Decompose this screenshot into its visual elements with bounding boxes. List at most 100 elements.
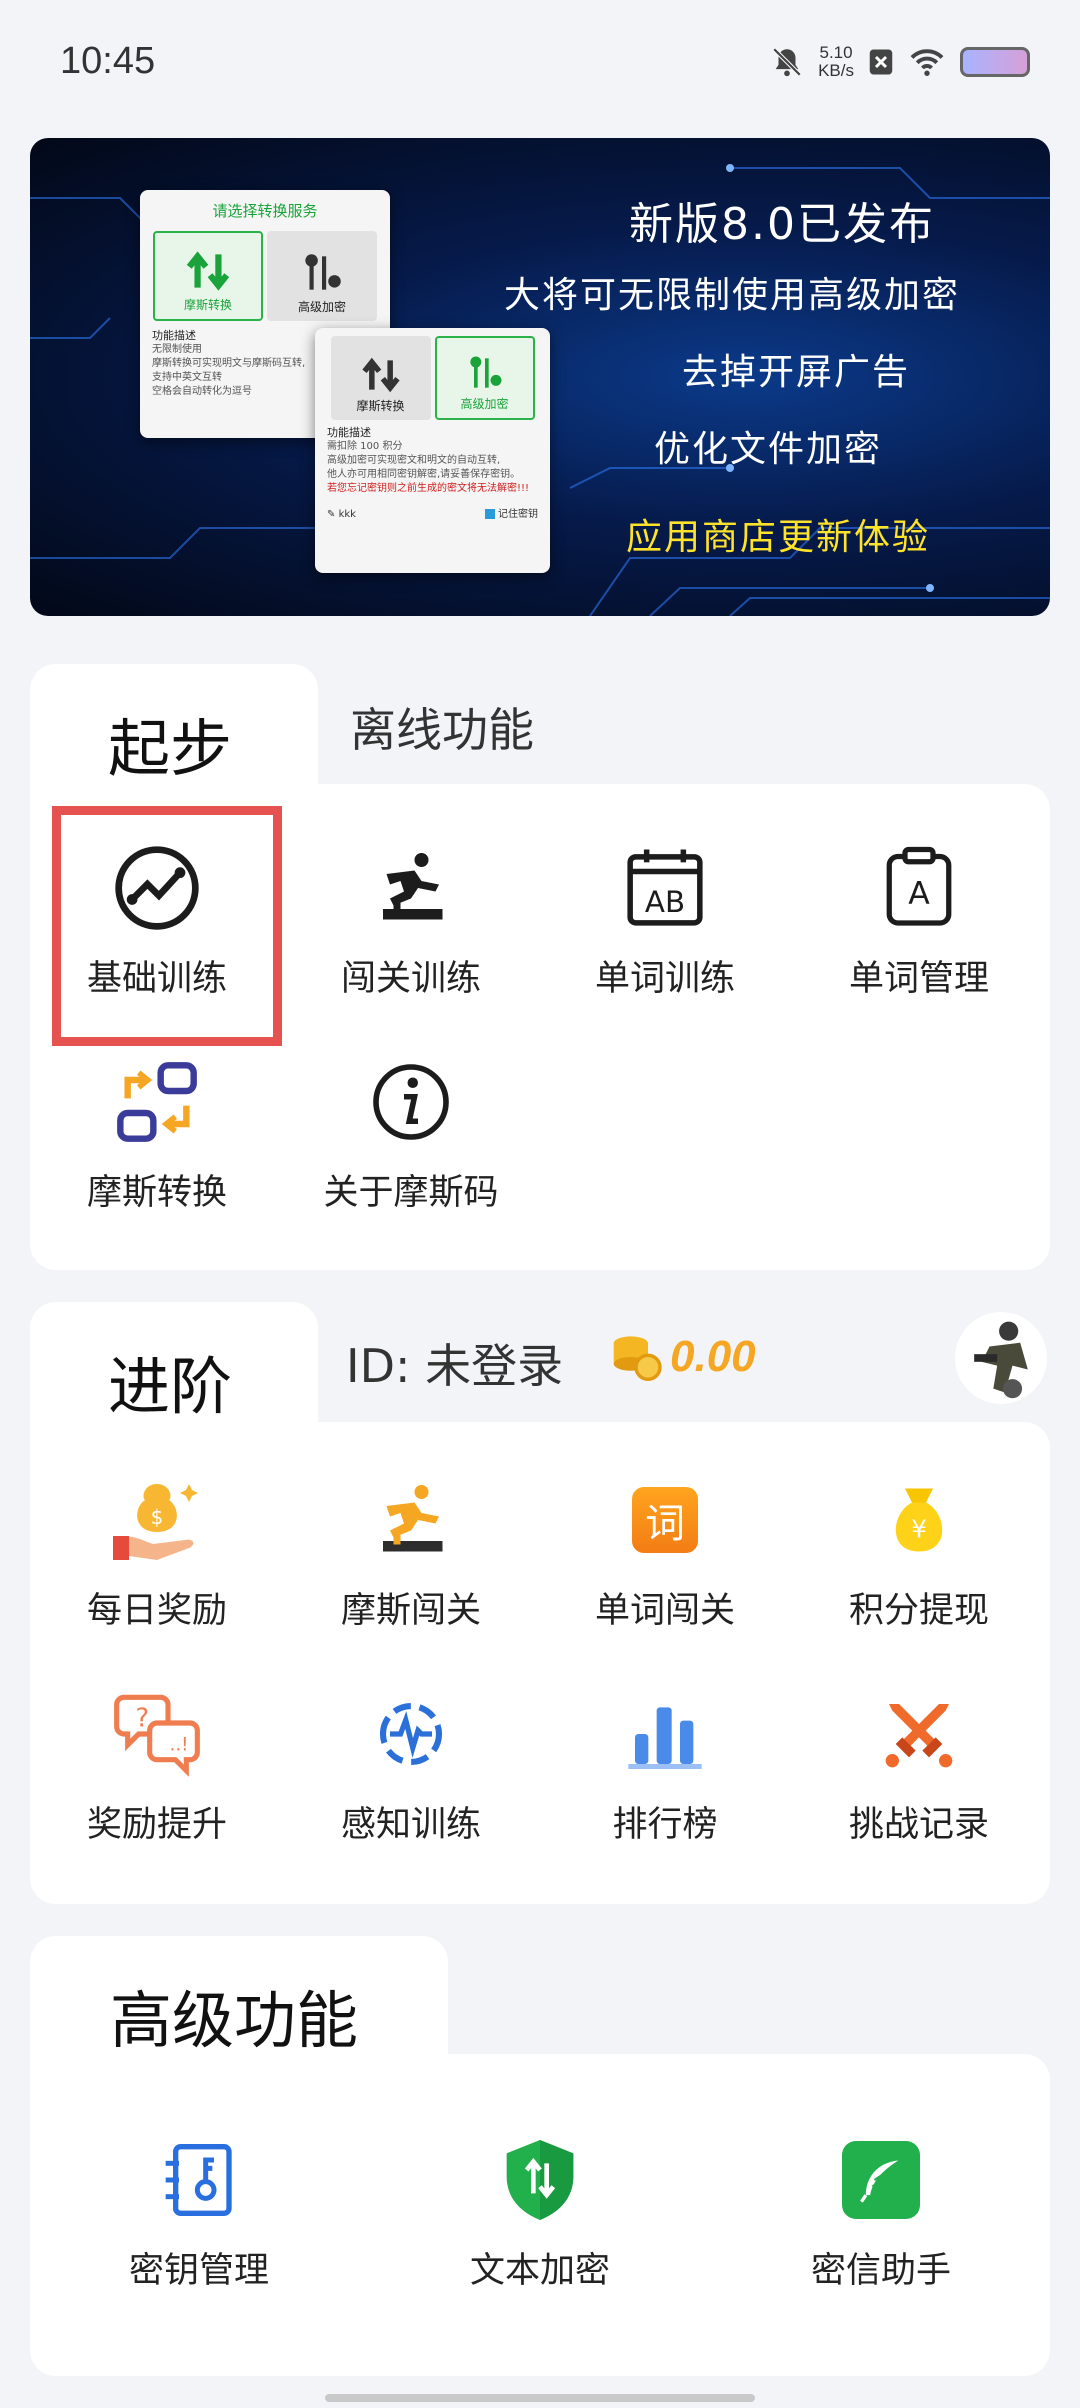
grid-item-text-encrypt[interactable]: 文本加密 bbox=[413, 2130, 667, 2293]
swap-arrows-icon bbox=[361, 357, 400, 393]
morse-challenge-icon bbox=[383, 1485, 443, 1552]
grid-item-label: 单词训练 bbox=[594, 959, 735, 999]
ab-calendar-icon: AB bbox=[627, 849, 703, 926]
grid-item-label: 密钥管理 bbox=[128, 2251, 269, 2291]
svg-text:A: A bbox=[908, 876, 930, 912]
grid-item-morse-challenge[interactable]: 摩斯闯关 bbox=[284, 1470, 538, 1633]
tab-premium-label: 高级功能 bbox=[110, 1984, 359, 2057]
banner-line-2: 大将可无限制使用高级加密 bbox=[503, 275, 960, 316]
coin-amount: 0.00 bbox=[670, 1332, 756, 1381]
svg-text:?: ? bbox=[136, 1704, 150, 1734]
coin-balance[interactable]: 0.00 bbox=[610, 1332, 756, 1382]
banner-line-4: 优化文件加密 bbox=[653, 429, 882, 470]
avatar[interactable] bbox=[955, 1312, 1047, 1404]
tab-start-label: 起步 bbox=[108, 712, 233, 785]
promo-card-encrypt: 摩斯转换 高级加密 功能描述 需扣除 100 积分 高级加密可实现密文和明文的自… bbox=[315, 328, 550, 573]
grid-item-word-challenge[interactable]: 词 单词闯关 bbox=[538, 1470, 792, 1633]
footer-user-text: kkk bbox=[338, 509, 356, 520]
keys-icon bbox=[305, 254, 341, 290]
grid-item-label: 每日奖励 bbox=[86, 1591, 227, 1631]
grid-item-morse-convert[interactable]: 摩斯转换 bbox=[30, 1052, 284, 1215]
banner-line-3: 去掉开屏广告 bbox=[681, 352, 910, 393]
grid-item-label: 排行榜 bbox=[612, 1805, 718, 1845]
banner-highlight-line: 应用商店更新体验 bbox=[625, 517, 930, 558]
grid-item-label: 摩斯闯关 bbox=[340, 1591, 481, 1631]
key-manage-icon bbox=[165, 2144, 232, 2216]
option-label: 摩斯转换 bbox=[183, 298, 232, 312]
shield-icon bbox=[506, 2140, 574, 2220]
grid-item-secret-letter[interactable]: 密信助手 bbox=[754, 2130, 1008, 2293]
crossed-swords-icon bbox=[885, 1704, 953, 1768]
mute-icon bbox=[772, 47, 802, 77]
wifi-icon bbox=[910, 49, 944, 76]
feather-icon bbox=[842, 2141, 920, 2219]
banner-line-1: 新版8.0已发布 bbox=[629, 199, 935, 250]
grid-item-label: 奖励提升 bbox=[86, 1805, 227, 1845]
selection-highlight bbox=[52, 806, 282, 1046]
grid-item-label: 单词管理 bbox=[848, 959, 989, 999]
grid-item-key-management[interactable]: 密钥管理 bbox=[72, 2130, 326, 2293]
footer-user: ✎ kkk bbox=[327, 509, 356, 520]
desc-title: 功能描述 bbox=[327, 426, 371, 439]
tab-advanced-label: 进阶 bbox=[108, 1350, 233, 1423]
option-label: 摩斯转换 bbox=[356, 399, 405, 413]
grid-item-points-withdraw[interactable]: ¥ 积分提现 bbox=[792, 1470, 1046, 1633]
coins-icon bbox=[613, 1336, 662, 1381]
desc-line: 高级加密可实现密文和明文的自动互转, bbox=[327, 455, 501, 466]
card-option-encrypt: 高级加密 bbox=[267, 231, 377, 321]
hurdle-runner-icon bbox=[383, 853, 443, 920]
grid-item-label: 闯关训练 bbox=[340, 959, 481, 999]
daily-reward-icon: $ bbox=[113, 1484, 198, 1560]
grid-item-reward-boost[interactable]: ?..! 奖励提升 bbox=[30, 1684, 284, 1847]
question-chat-icon: ?..! bbox=[114, 1694, 200, 1777]
swap-convert-icon bbox=[117, 1062, 197, 1142]
info-icon bbox=[373, 1064, 449, 1140]
grid-item-word-management[interactable]: A 单词管理 bbox=[792, 838, 1046, 1001]
grid-item-label: 单词闯关 bbox=[594, 1591, 735, 1631]
clipboard-a-icon: A bbox=[886, 846, 952, 926]
battery-icon bbox=[960, 47, 1030, 77]
word-challenge-glyph: 词 bbox=[645, 1501, 685, 1547]
grid-item-label: 感知训练 bbox=[340, 1805, 481, 1845]
grid-item-word-training[interactable]: AB 单词训练 bbox=[538, 838, 792, 1001]
grid-item-challenge-record[interactable]: 挑战记录 bbox=[792, 1684, 1046, 1847]
grid-item-level-training[interactable]: 闯关训练 bbox=[284, 838, 538, 1001]
grid-item-label: 密信助手 bbox=[810, 2251, 951, 2291]
grid-item-label: 摩斯转换 bbox=[86, 1173, 227, 1213]
option-label: 高级加密 bbox=[460, 397, 509, 411]
net-speed-unit: KB/s bbox=[818, 61, 854, 80]
desc-line: 需扣除 100 积分 bbox=[327, 441, 403, 452]
money-bag-icon: ¥ bbox=[895, 1488, 943, 1552]
footer-remember-text: 记住密钥 bbox=[498, 509, 538, 520]
svg-text:¥: ¥ bbox=[911, 1515, 927, 1544]
status-time: 10:45 bbox=[60, 40, 156, 82]
grid-item-perception-training[interactable]: 感知训练 bbox=[284, 1684, 538, 1847]
grid-item-label: 积分提现 bbox=[848, 1591, 989, 1631]
net-speed-value: 5.10 bbox=[819, 43, 853, 62]
grid-item-daily-reward[interactable]: $ 每日奖励 bbox=[30, 1470, 284, 1633]
gesture-nav-bar[interactable] bbox=[325, 2394, 755, 2402]
user-id-text: ID: 未登录 bbox=[346, 1339, 564, 1393]
keys-icon bbox=[469, 356, 501, 388]
promo-banner[interactable]: 请选择转换服务 摩斯转换 高级加密 功能描述 无限制使用 摩斯转换可实现明文与摩… bbox=[30, 138, 1050, 616]
avatar-figure-icon bbox=[974, 1321, 1028, 1399]
card-option-encrypt: 高级加密 bbox=[434, 336, 535, 420]
card-description: 功能描述 需扣除 100 积分 高级加密可实现密文和明文的自动互转, 他人亦可用… bbox=[315, 420, 550, 530]
grid-item-label: 挑战记录 bbox=[848, 1805, 989, 1845]
status-icons: 5.10 KB/s bbox=[770, 44, 1030, 80]
desc-line: 他人亦可用相同密钥解密,请妥善保存密钥。 bbox=[327, 469, 521, 480]
card-footer: ✎ kkk 记住密钥 bbox=[327, 508, 538, 522]
desc-warning: 若您忘记密钥则之前生成的密文将无法解密!!! bbox=[327, 483, 530, 494]
tab-offline[interactable]: 离线功能 bbox=[350, 694, 534, 760]
svg-text:AB: AB bbox=[645, 885, 685, 919]
pulse-icon bbox=[379, 1702, 443, 1766]
grid-item-about-morse[interactable]: 关于摩斯码 bbox=[284, 1052, 538, 1215]
grid-item-leaderboard[interactable]: 排行榜 bbox=[538, 1684, 792, 1847]
bar-chart-icon bbox=[628, 1707, 702, 1769]
svg-text:..!: ..! bbox=[170, 1735, 189, 1756]
footer-remember: 记住密钥 bbox=[484, 508, 538, 522]
card-option-morse: 摩斯转换 bbox=[153, 231, 263, 321]
net-speed: 5.10 KB/s bbox=[818, 44, 854, 80]
card-title: 请选择转换服务 bbox=[212, 202, 318, 220]
grid-item-label: 关于摩斯码 bbox=[323, 1173, 499, 1213]
